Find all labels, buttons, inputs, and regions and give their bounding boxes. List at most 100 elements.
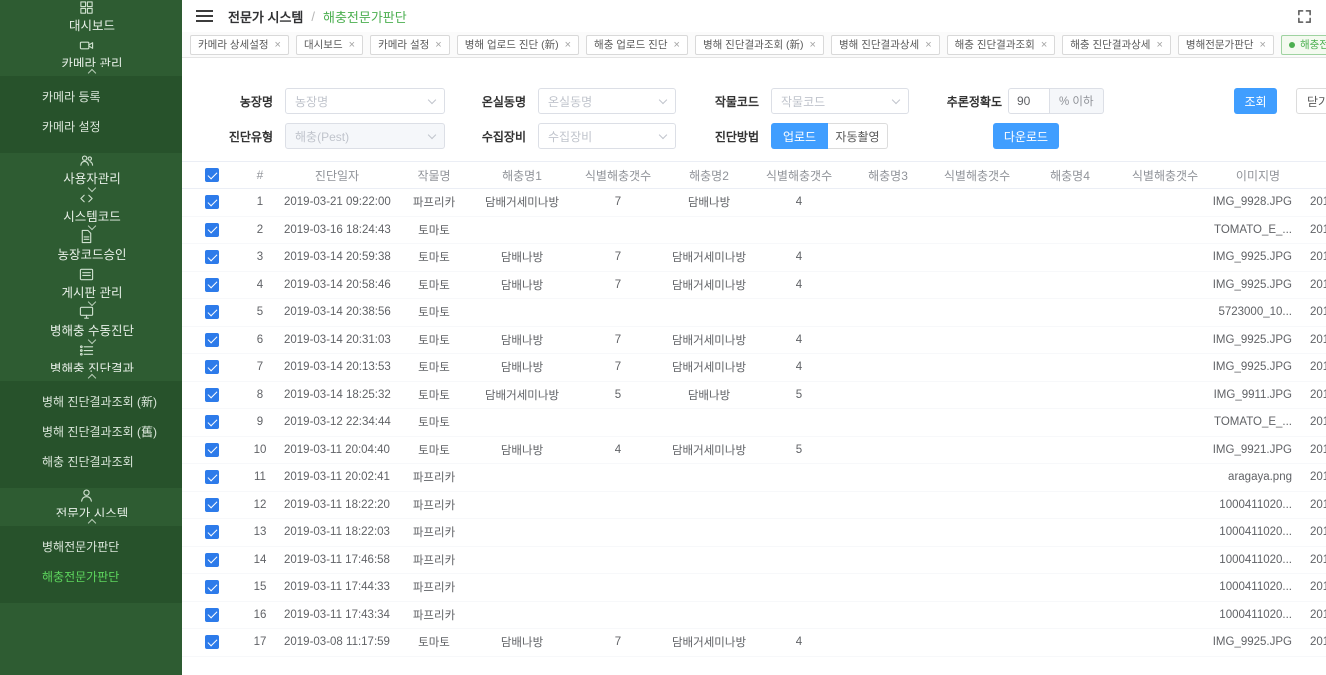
column-header-reg-date[interactable] [1304,162,1326,189]
sidebar-item-expert-system[interactable]: 전문가 시스템 [0,488,182,526]
row-checkbox[interactable] [205,360,219,374]
row-checkbox[interactable] [205,525,219,539]
column-header-pest3[interactable]: 해충명3 [844,162,932,189]
sidebar-item-pest-expert-judgment[interactable]: 해충전문가판단 [0,561,182,591]
tab-disease-result-inquiry-new[interactable]: 병해 진단결과조회 (新)× [695,35,824,55]
sidebar-item-camera-mgmt[interactable]: 카메라 관리 [0,38,182,76]
row-checkbox-cell [182,464,242,492]
sidebar-item-label: 해충전문가판단 [42,568,168,585]
row-checkbox[interactable] [205,333,219,347]
row-checkbox[interactable] [205,223,219,237]
greenhouse-select[interactable]: 온실동명 [538,88,676,114]
column-header-pest1[interactable]: 해충명1 [472,162,572,189]
sidebar-item-pest-diagnosis-results[interactable]: 병해충 진단결과 [0,343,182,381]
close-icon[interactable]: × [925,39,931,51]
row-checkbox[interactable] [205,195,219,209]
tab-disease-upload-diagnosis-new[interactable]: 병해 업로드 진단 (新)× [457,35,579,55]
tab-camera-settings[interactable]: 카메라 설정× [370,35,450,55]
column-header-image[interactable]: 이미지명 [1212,162,1304,189]
row-checkbox[interactable] [205,553,219,567]
close-icon[interactable]: × [435,39,441,51]
cell-date: 2019-03-11 18:22:20 [278,491,396,519]
sidebar-item-disease-result-inquiry-new[interactable]: 병해 진단결과조회 (新) [0,386,182,416]
tab-disease-expert-judgment[interactable]: 병해전문가판단× [1178,35,1274,55]
cell-no: 2 [242,216,278,244]
column-header-no[interactable]: # [242,162,278,189]
column-header-count3[interactable]: 식별해충갯수 [932,162,1022,189]
row-checkbox[interactable] [205,635,219,649]
select-all-checkbox[interactable] [205,168,219,182]
tab-pest-result-inquiry[interactable]: 해충 진단결과조회× [947,35,1056,55]
sidebar-item-disease-result-inquiry-old[interactable]: 병해 진단결과조회 (舊) [0,416,182,446]
hamburger-menu-icon[interactable] [196,10,213,22]
tab-disease-result-detail[interactable]: 병해 진단결과상세× [831,35,940,55]
row-checkbox[interactable] [205,415,219,429]
sidebar-item-disease-expert-judgment[interactable]: 병해전문가판단 [0,531,182,561]
accuracy-input[interactable] [1008,88,1050,114]
sidebar-item-board-mgmt[interactable]: 게시판 관리 [0,267,182,305]
sidebar-item-label: 병해 진단결과조회 (舊) [42,423,168,440]
column-header-count2[interactable]: 식별해충갯수 [754,162,844,189]
row-checkbox[interactable] [205,443,219,457]
tab-label: 카메라 상세설정 [198,37,269,52]
row-checkbox[interactable] [205,278,219,292]
sidebar-item-camera-settings[interactable]: 카메라 설정 [0,111,182,141]
cell-count3 [932,271,1022,299]
sidebar-item-farm-code-approval[interactable]: 농장코드승인 [0,229,182,267]
close-icon[interactable]: × [1260,39,1266,51]
sidebar-item-user-mgmt[interactable]: 사용자관리 [0,153,182,191]
download-button[interactable]: 다운로드 [993,123,1059,149]
breadcrumb-root[interactable]: 전문가 시스템 [228,7,303,26]
row-checkbox[interactable] [205,250,219,264]
sidebar-item-camera-register[interactable]: 카메라 등록 [0,81,182,111]
farm-select[interactable]: 농장명 [285,88,445,114]
crop-code-select[interactable]: 작물코드 [771,88,909,114]
cell-image: 5723000_10... [1212,299,1304,327]
sidebar-item-pest-result-inquiry[interactable]: 해충 진단결과조회 [0,446,182,476]
diagnosis-type-select[interactable]: 해충(Pest) [285,123,445,149]
sidebar-item-dashboard[interactable]: 대시보드 [0,0,182,38]
sidebar-item-pest-manual-diagnosis[interactable]: 병해충 수동진단 [0,305,182,343]
cell-count4 [1118,244,1212,272]
row-checkbox[interactable] [205,305,219,319]
column-header-pest2[interactable]: 해충명2 [664,162,754,189]
cell-count2 [754,464,844,492]
fullscreen-icon[interactable] [1297,9,1312,24]
column-header-crop[interactable]: 작물명 [396,162,472,189]
close-button[interactable]: 닫기 [1296,88,1326,114]
close-icon[interactable]: × [810,39,816,51]
cell-crop: 토마토 [396,436,472,464]
method-auto-button[interactable]: 자동촬영 [828,123,888,149]
cell-no: 13 [242,519,278,547]
close-icon[interactable]: × [674,39,680,51]
column-header-count1[interactable]: 식별해충갯수 [572,162,664,189]
column-header-count4[interactable]: 식별해충갯수 [1118,162,1212,189]
row-checkbox[interactable] [205,580,219,594]
close-icon[interactable]: × [565,39,571,51]
close-icon[interactable]: × [349,39,355,51]
sidebar-item-system-code[interactable]: 시스템코드 [0,191,182,229]
tab-pest-result-detail[interactable]: 해충 진단결과상세× [1062,35,1171,55]
method-upload-button[interactable]: 업로드 [771,123,828,149]
cell-pest2 [664,491,754,519]
column-header-date[interactable]: 진단일자 [278,162,396,189]
cell-image: 1000411020... [1212,519,1304,547]
tab-pest-expert-judgment[interactable]: 해충전문가판단× [1281,35,1326,55]
search-button[interactable]: 조회 [1234,88,1277,114]
close-icon[interactable]: × [1156,39,1162,51]
cell-no: 7 [242,354,278,382]
cell-image: IMG_9925.JPG [1212,271,1304,299]
cell-reg-date: 2019 [1304,216,1326,244]
row-checkbox[interactable] [205,498,219,512]
tab-pest-upload-diagnosis[interactable]: 해충 업로드 진단× [586,35,688,55]
row-checkbox[interactable] [205,470,219,484]
row-checkbox[interactable] [205,608,219,622]
close-icon[interactable]: × [275,39,281,51]
accuracy-label: 추론정확도 [942,93,1002,110]
equipment-select[interactable]: 수집장비 [538,123,676,149]
close-icon[interactable]: × [1041,39,1047,51]
tab-dashboard[interactable]: 대시보드× [296,35,363,55]
tab-camera-detail-settings[interactable]: 카메라 상세설정 × [190,35,289,55]
row-checkbox[interactable] [205,388,219,402]
column-header-pest4[interactable]: 해충명4 [1022,162,1118,189]
